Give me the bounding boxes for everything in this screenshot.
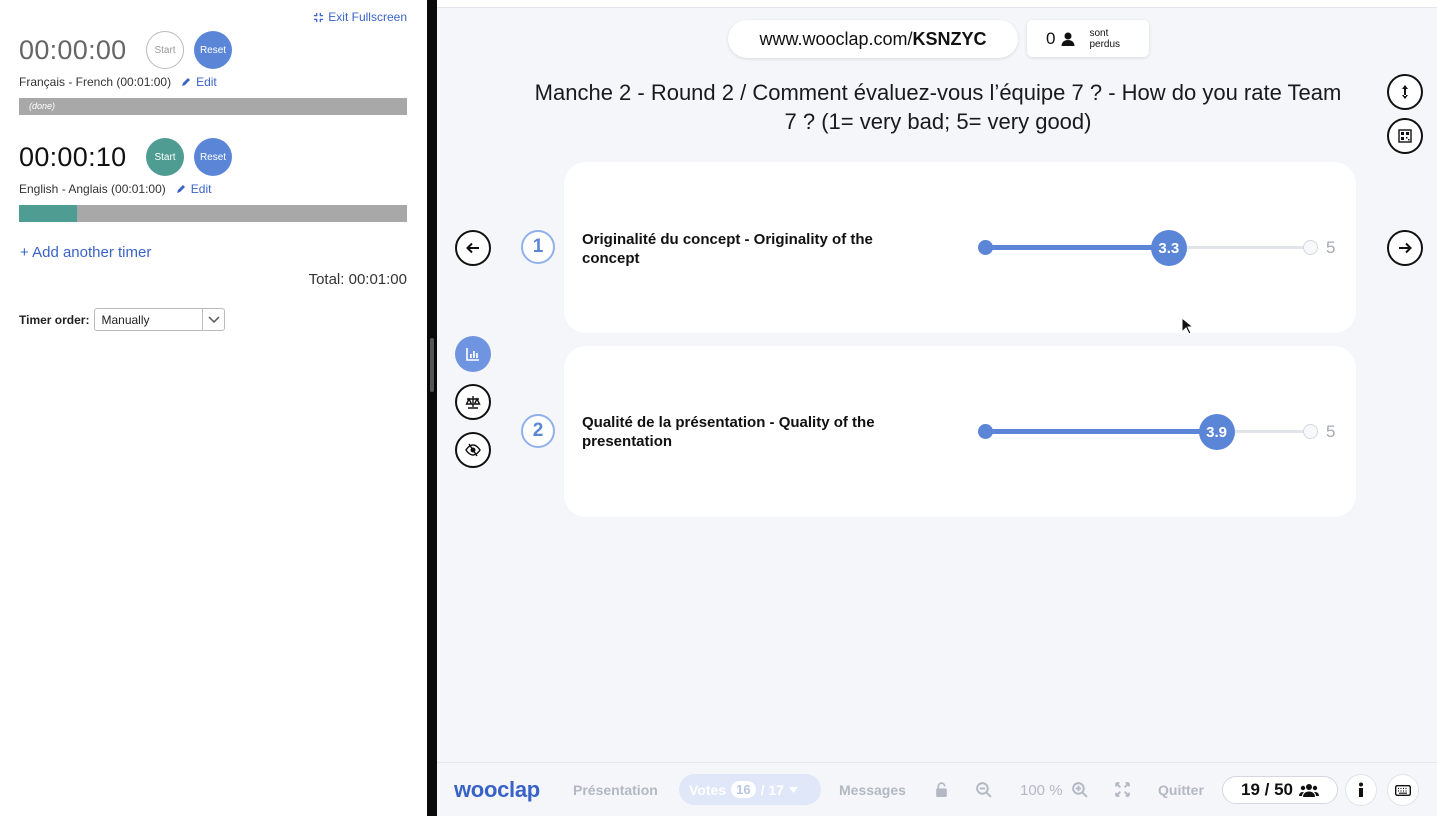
rating-max: 5 (1326, 422, 1336, 441)
hide-results-button[interactable] (455, 432, 491, 468)
zoom-in-icon[interactable] (1071, 781, 1088, 798)
resize-handle[interactable] (430, 338, 434, 392)
reset-button[interactable]: Reset (194, 138, 232, 176)
results-chart-button[interactable] (455, 336, 491, 372)
exit-fullscreen-link[interactable]: Exit Fullscreen (313, 10, 407, 24)
timer-english: 00:00:10 Start Reset English - Anglais (… (19, 138, 407, 222)
previous-button[interactable] (455, 230, 491, 266)
chevron-down-icon (788, 786, 798, 793)
bar-chart-icon (466, 348, 479, 361)
zoom-level: 100 % (1020, 782, 1063, 799)
collapse-icon (314, 12, 324, 22)
pencil-icon (176, 185, 185, 193)
timer-time: 00:00:10 (19, 141, 127, 172)
votes-total: / 17 (760, 781, 784, 798)
criterion-number: 2 (521, 414, 555, 448)
presentation-button[interactable]: Présentation (573, 782, 658, 798)
pencil-icon (182, 78, 191, 86)
criterion-label: Qualité de la présentation - Quality of … (582, 414, 875, 450)
rating-value: 3.3 (1150, 230, 1187, 266)
progress-bar: (done) (19, 98, 407, 115)
info-button[interactable] (1345, 774, 1377, 806)
progress-fill (19, 205, 78, 222)
timer-order-label: Timer order: (19, 312, 90, 327)
qr-code-icon (1398, 129, 1412, 143)
presentation-area: www.wooclap.com/KSNZYC 0 sont perdus Man… (437, 0, 1437, 816)
votes-count: 16 (731, 781, 756, 798)
eye-off-icon (465, 443, 481, 457)
mouse-cursor-icon (1181, 317, 1193, 335)
compare-button[interactable] (455, 384, 491, 420)
join-url: www.wooclap.com/KSNZYC (728, 20, 1018, 58)
timer-name: Français - French (00:01:00) (19, 75, 172, 89)
zoom-out-icon[interactable] (975, 781, 992, 798)
timer-time: 00:00:00 (19, 34, 127, 65)
rating-value: 3.9 (1198, 414, 1235, 450)
lock-icon[interactable] (933, 781, 950, 798)
progress-bar (19, 205, 407, 222)
timer-french: 00:00:00 Start Reset Français - French (… (19, 31, 407, 115)
qr-code-button[interactable] (1387, 118, 1423, 154)
next-button[interactable] (1387, 230, 1423, 266)
panel-divider[interactable] (427, 0, 437, 816)
start-button[interactable]: Start (146, 31, 184, 69)
question-title: Manche 2 - Round 2 / Comment évaluez-vou… (534, 80, 1342, 134)
users-icon (1299, 784, 1319, 797)
quit-button[interactable]: Quitter (1158, 782, 1204, 798)
info-icon (1359, 782, 1363, 797)
keyboard-icon (1395, 784, 1411, 796)
rating-slider: 3.3 5 (978, 228, 1335, 268)
add-timer-link[interactable]: + Add another timer (20, 244, 151, 261)
arrow-right-icon (1399, 242, 1412, 254)
fullscreen-icon[interactable] (1114, 781, 1131, 798)
bottom-toolbar: wooclap Présentation Votes 16 / 17 Messa… (437, 762, 1437, 816)
edit-button[interactable]: Edit (181, 75, 217, 89)
timer-name: English - Anglais (00:01:00) (19, 182, 166, 196)
criterion-number: 1 (521, 230, 555, 264)
vertical-arrows-icon (1402, 85, 1408, 99)
rating-slider: 3.9 5 (978, 412, 1335, 452)
rating-max: 5 (1326, 238, 1336, 257)
total-time: Total: 00:01:00 (308, 271, 407, 288)
timer-order: Timer order: Manually (19, 308, 226, 331)
wooclap-logo: wooclap (454, 777, 540, 802)
timer-panel: Exit Fullscreen 00:00:00 Start Reset Fra… (0, 0, 427, 816)
status-text: (done) (29, 101, 56, 111)
lost-participants-badge: 0 sont perdus (1027, 20, 1149, 57)
user-icon (1061, 32, 1075, 46)
start-button[interactable]: Start (146, 138, 184, 176)
arrow-left-icon (466, 242, 479, 254)
keyboard-shortcuts-button[interactable] (1387, 774, 1419, 806)
votes-toggle[interactable]: Votes 16 / 17 (679, 774, 821, 805)
page-counter[interactable]: 19 / 50 (1222, 776, 1338, 804)
chevron-down-icon (202, 309, 224, 330)
top-border (437, 0, 1437, 8)
scale-icon (465, 396, 481, 409)
criterion-label: Originalité du concept - Originality of … (582, 231, 873, 267)
reset-button[interactable]: Reset (194, 31, 232, 69)
messages-button[interactable]: Messages (839, 782, 906, 798)
timer-order-select[interactable]: Manually (94, 308, 226, 331)
expand-vertical-button[interactable] (1387, 74, 1423, 110)
edit-button[interactable]: Edit (176, 182, 211, 196)
